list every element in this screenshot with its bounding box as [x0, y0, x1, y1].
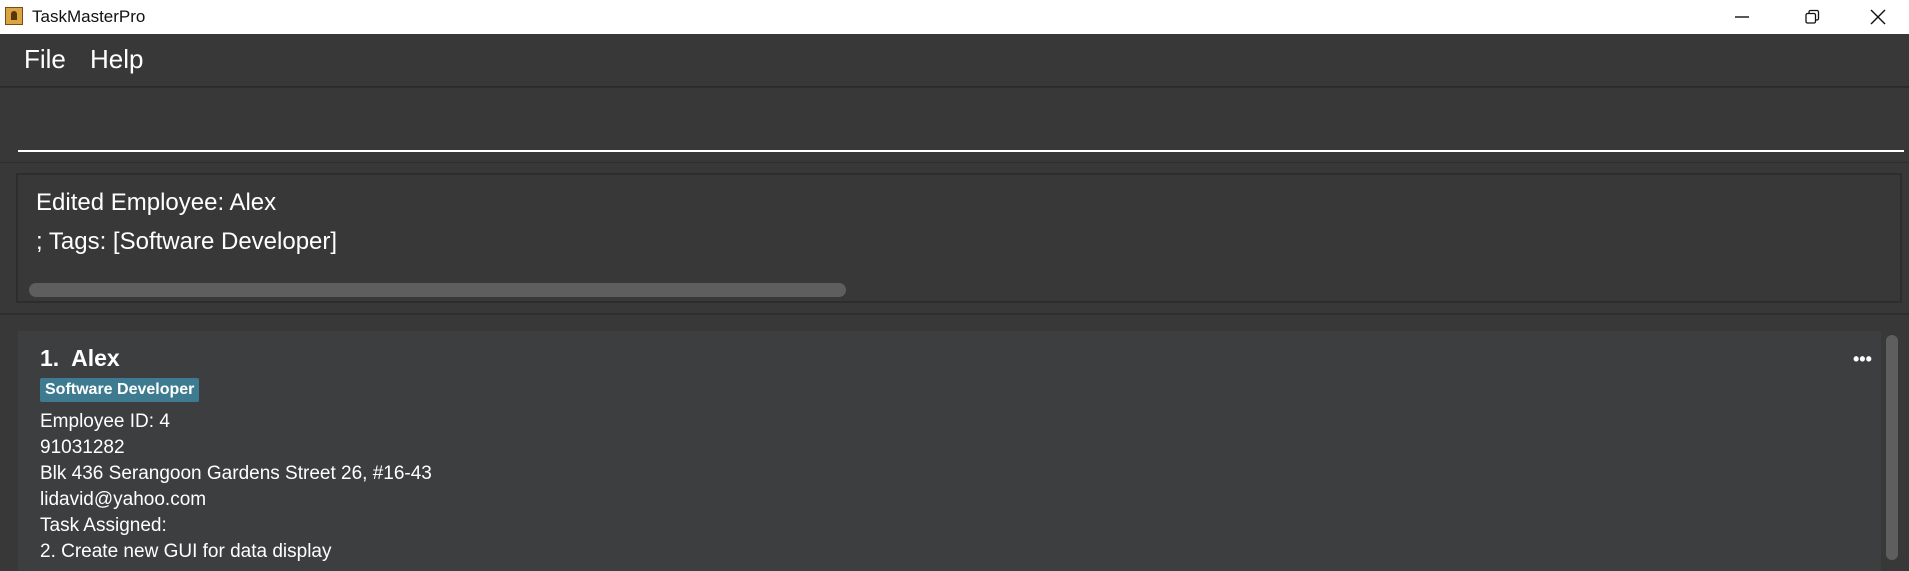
menu-help[interactable]: Help	[90, 44, 143, 75]
employee-index: 1.	[40, 345, 60, 371]
employee-list: 1. Alex Software Developer Employee ID: …	[0, 315, 1909, 571]
employee-id: Employee ID: 4	[40, 411, 170, 432]
ellipsis-icon[interactable]: •••	[1853, 349, 1872, 370]
menu-bar: File Help	[0, 34, 1909, 87]
result-message-line-1: Edited Employee: Alex	[36, 189, 277, 216]
restore-icon	[1805, 9, 1820, 24]
employee-address: Blk 436 Serangoon Gardens Street 26, #16…	[40, 463, 432, 484]
result-message-line-2: ; Tags: [Software Developer]	[36, 228, 338, 255]
menu-file[interactable]: File	[24, 44, 66, 75]
close-button[interactable]	[1847, 0, 1909, 34]
employee-name: 1. Alex	[40, 345, 120, 372]
close-icon	[1870, 9, 1886, 25]
employee-card[interactable]: 1. Alex Software Developer Employee ID: …	[18, 331, 1881, 571]
list-vertical-scrollbar[interactable]	[1886, 335, 1898, 560]
command-box	[0, 87, 1909, 163]
employee-phone: 91031282	[40, 437, 125, 458]
tag-badge: Software Developer	[40, 378, 200, 402]
restore-button[interactable]	[1777, 0, 1847, 34]
window-title: TaskMasterPro	[32, 7, 146, 26]
result-horizontal-scrollbar[interactable]	[29, 283, 846, 297]
result-display: Edited Employee: Alex ; Tags: [Software …	[16, 173, 1902, 303]
employee-email: lidavid@yahoo.com	[40, 489, 207, 510]
employee-name-text: Alex	[71, 345, 120, 371]
title-bar: TaskMasterPro	[0, 0, 1909, 34]
task-assigned-label: Task Assigned:	[40, 515, 167, 536]
minimize-button[interactable]	[1707, 0, 1777, 34]
minimize-icon	[1735, 16, 1749, 18]
command-input[interactable]	[18, 118, 1904, 152]
app-icon	[5, 7, 23, 25]
